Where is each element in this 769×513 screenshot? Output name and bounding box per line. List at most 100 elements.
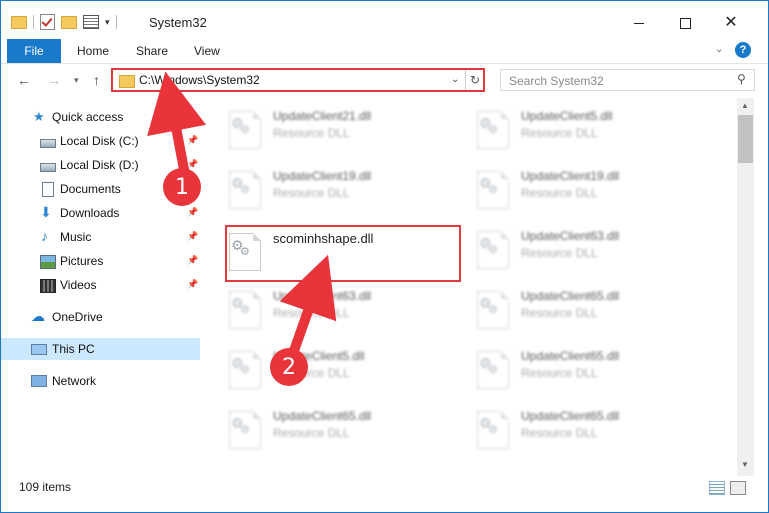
gear-icon: ⚙ (488, 124, 498, 136)
file-type: Resource DLL (521, 426, 598, 440)
view-properties-icon[interactable] (83, 15, 99, 29)
file-list: ⚙ ⚙ UpdateClient21.dll Resource DLL ⚙ ⚙ … (201, 101, 737, 476)
sidebar-item-quick-access[interactable]: ★ Quick access (1, 106, 200, 128)
file-type: Resource DLL (521, 246, 598, 260)
sidebar-item-music[interactable]: ♪ Music 📌 (1, 226, 200, 248)
file-name: UpdateClient63.dll (273, 289, 372, 303)
videos-icon (40, 279, 56, 293)
title-bar: ▾ System32 ✕ (1, 1, 768, 39)
maximize-button[interactable] (662, 9, 708, 37)
file-name: UpdateClient19.dll (521, 169, 620, 183)
step-badge-2: 2 (270, 348, 308, 386)
file-item[interactable]: ⚙ ⚙ UpdateClient63.dll Resource DLL (473, 225, 703, 275)
quick-access-toolbar: ▾ (11, 13, 117, 31)
forward-arrow-icon[interactable]: → (47, 72, 61, 88)
download-icon: ⬇ (40, 204, 52, 220)
star-icon: ★ (33, 109, 45, 124)
file-item[interactable]: ⚙ ⚙ UpdateClient19.dll Resource DLL (473, 165, 703, 215)
file-type: Resource DLL (273, 126, 350, 140)
step-badge-1: 1 (163, 168, 201, 206)
file-item[interactable]: ⚙ ⚙ UpdateClient21.dll Resource DLL (225, 105, 455, 155)
sidebar-item-label: Quick access (52, 110, 124, 124)
network-icon (31, 375, 47, 387)
sidebar-item-label: Local Disk (D:) (60, 158, 139, 172)
back-arrow-icon[interactable]: ← (17, 72, 31, 88)
file-item[interactable]: ⚙ ⚙ UpdateClient5.dll Resource DLL (473, 105, 703, 155)
file-type: Resource DLL (521, 126, 598, 140)
large-icons-view-icon[interactable] (730, 481, 746, 495)
file-item[interactable]: ⚙ ⚙ UpdateClient63.dll Resource DLL (225, 285, 455, 335)
file-item[interactable]: ⚙ ⚙ UpdateClient5.dll Resource DLL (225, 345, 455, 395)
gear-icon: ⚙ (488, 304, 498, 316)
address-bar[interactable]: C:\Windows\System32 ⌄ ↻ (111, 68, 485, 92)
separator (33, 15, 34, 29)
navigation-pane: ★ Quick access Local Disk (C:) 📌 Local D… (1, 101, 201, 476)
pin-icon: 📌 (187, 207, 199, 217)
drive-icon (40, 163, 56, 172)
vertical-scrollbar[interactable]: ▲ ▼ (737, 98, 754, 476)
sidebar-item-network[interactable]: Network (1, 370, 200, 392)
details-view-icon[interactable] (709, 481, 725, 495)
search-box[interactable]: ⚲ (500, 69, 755, 91)
navigation-bar: ← → ▾ ↑ C:\Windows\System32 ⌄ ↻ ⚲ (1, 64, 768, 98)
new-folder-icon[interactable] (61, 15, 77, 29)
separator (115, 15, 117, 29)
tab-file[interactable]: File (7, 39, 61, 63)
sidebar-item-downloads[interactable]: ⬇ Downloads 📌 (1, 202, 200, 224)
file-name: UpdateClient65.dll (521, 409, 620, 423)
up-arrow-icon[interactable]: ↑ (93, 72, 100, 88)
pin-icon: 📌 (187, 231, 199, 241)
sidebar-item-pictures[interactable]: Pictures 📌 (1, 250, 200, 272)
expand-ribbon-icon[interactable]: ⌄ (715, 44, 723, 55)
recent-locations-icon[interactable]: ▾ (74, 75, 79, 86)
file-name: UpdateClient65.dll (521, 289, 620, 303)
file-type: Resource DLL (521, 186, 598, 200)
scroll-down-icon[interactable]: ▼ (741, 460, 749, 469)
scroll-thumb[interactable] (738, 115, 753, 163)
file-item[interactable]: ⚙ ⚙ UpdateClient65.dll Resource DLL (473, 285, 703, 335)
explorer-window: ▾ System32 ✕ File Home Share View ⌄ ? ← … (0, 0, 769, 513)
chevron-down-icon[interactable]: ⌄ (451, 74, 459, 85)
chevron-down-icon[interactable]: ▾ (105, 17, 110, 28)
gear-icon: ⚙ (488, 244, 498, 256)
search-icon[interactable]: ⚲ (737, 72, 746, 86)
refresh-icon[interactable]: ↻ (465, 70, 484, 90)
window-title: System32 (149, 15, 207, 30)
sidebar-item-label: OneDrive (52, 310, 103, 324)
close-button[interactable]: ✕ (708, 9, 754, 37)
sidebar-item-this-pc[interactable]: This PC (1, 338, 200, 360)
sidebar-item-label: Videos (60, 278, 97, 292)
minimize-button[interactable] (616, 9, 662, 37)
scroll-up-icon[interactable]: ▲ (741, 101, 749, 110)
file-item[interactable]: ⚙ ⚙ UpdateClient19.dll Resource DLL (225, 165, 455, 215)
help-icon[interactable]: ? (735, 42, 751, 58)
gear-icon: ⚙ (488, 184, 498, 196)
file-item[interactable]: ⚙ ⚙ UpdateClient65.dll Resource DLL (225, 405, 455, 455)
file-name: UpdateClient63.dll (521, 229, 620, 243)
tab-share[interactable]: Share (136, 44, 168, 58)
sidebar-item-label: Downloads (60, 206, 120, 220)
sidebar-item-label: Pictures (60, 254, 104, 268)
pin-icon: 📌 (187, 255, 199, 265)
gear-icon: ⚙ (240, 424, 250, 436)
properties-check-icon[interactable] (40, 14, 55, 30)
address-path[interactable]: C:\Windows\System32 (139, 73, 260, 87)
search-input[interactable] (507, 72, 731, 90)
file-item[interactable]: ⚙ ⚙ UpdateClient65.dll Resource DLL (473, 345, 703, 395)
gear-icon: ⚙ (240, 304, 250, 316)
tab-view[interactable]: View (194, 44, 220, 58)
drive-icon (40, 139, 56, 148)
sidebar-item-onedrive[interactable]: ☁ OneDrive (1, 306, 200, 328)
tab-home[interactable]: Home (77, 44, 109, 58)
sidebar-item-videos[interactable]: Videos 📌 (1, 274, 200, 296)
maximize-icon (679, 17, 691, 29)
sidebar-item-label: Music (60, 230, 92, 244)
cloud-icon: ☁ (31, 308, 45, 324)
sidebar-item-local-disk-c[interactable]: Local Disk (C:) 📌 (1, 130, 200, 152)
file-type: Resource DLL (273, 306, 350, 320)
file-name: UpdateClient19.dll (273, 169, 372, 183)
gear-icon: ⚙ (240, 124, 250, 136)
status-bar: 109 items (1, 476, 768, 498)
file-type: Resource DLL (273, 426, 350, 440)
file-item[interactable]: ⚙ ⚙ UpdateClient65.dll Resource DLL (473, 405, 703, 455)
